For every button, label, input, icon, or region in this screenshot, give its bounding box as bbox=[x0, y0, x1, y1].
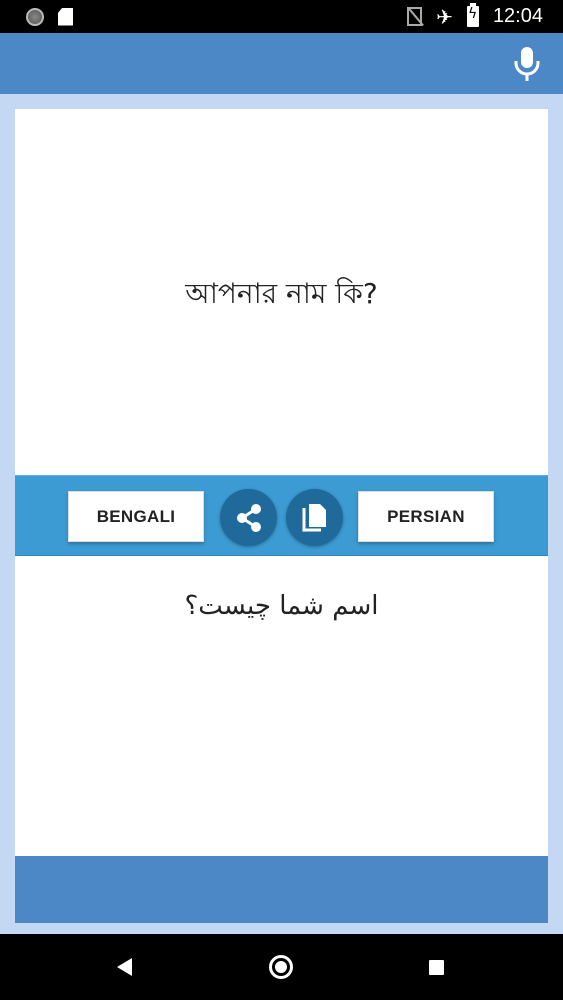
notification-icon bbox=[26, 7, 44, 26]
recents-icon[interactable] bbox=[429, 960, 444, 975]
back-icon[interactable] bbox=[117, 958, 132, 976]
status-time: 12:04 bbox=[492, 5, 543, 27]
status-bar: ✈ 12:04 bbox=[0, 0, 563, 33]
airplane-icon: ✈ bbox=[436, 4, 453, 29]
battery-charging-icon bbox=[466, 3, 479, 27]
mic-button[interactable] bbox=[511, 45, 543, 83]
share-button[interactable] bbox=[220, 489, 277, 546]
status-left bbox=[26, 7, 73, 26]
mic-icon bbox=[514, 47, 540, 81]
nav-bar bbox=[0, 934, 563, 1000]
app-bar bbox=[0, 33, 563, 94]
share-icon bbox=[236, 503, 261, 532]
target-language-button[interactable]: PERSIAN bbox=[358, 491, 494, 542]
sd-card-icon bbox=[58, 7, 73, 26]
home-icon[interactable] bbox=[269, 955, 293, 979]
control-strip: BENGALI PERSIAN bbox=[15, 475, 548, 556]
copy-icon bbox=[302, 503, 326, 531]
status-right: ✈ 12:04 bbox=[407, 3, 543, 29]
target-text[interactable]: اسم شما چیست؟ bbox=[15, 586, 548, 626]
translation-card: আপনার নাম কি? BENGALI PERSIAN اسم شما چی… bbox=[15, 109, 548, 856]
copy-button[interactable] bbox=[286, 489, 343, 546]
source-text[interactable]: আপনার নাম কি? bbox=[15, 109, 548, 474]
no-sim-icon bbox=[407, 7, 423, 26]
bottom-banner bbox=[15, 856, 548, 923]
source-language-button[interactable]: BENGALI bbox=[68, 491, 204, 542]
